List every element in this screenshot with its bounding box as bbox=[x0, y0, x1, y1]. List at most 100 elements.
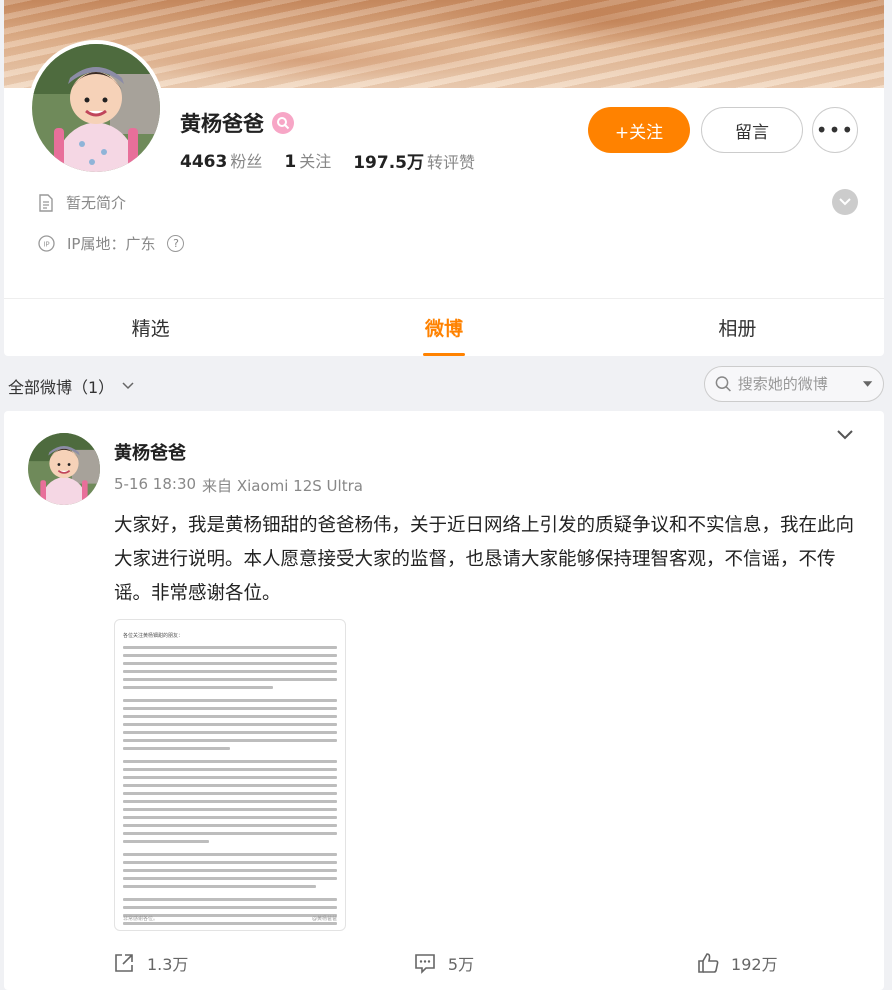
post-image-title: 各位关注黄杨钿甜的朋友： bbox=[123, 633, 184, 639]
image-text-line bbox=[123, 707, 337, 710]
post-search-input[interactable] bbox=[737, 375, 856, 393]
profile-tabs: 精选 微博 相册 bbox=[4, 298, 884, 356]
post-image-watermark: @黄杨爸爸 bbox=[311, 916, 337, 922]
repost-count: 1.3万 bbox=[146, 955, 189, 974]
image-text-line bbox=[123, 808, 337, 811]
post-image-sign-off: 非常感谢各位。 bbox=[123, 916, 159, 922]
message-button[interactable]: 留言 bbox=[701, 107, 803, 153]
post-meta: 5-16 18:30 来自 Xiaomi 12S Ultra bbox=[114, 475, 363, 496]
post-author-name[interactable]: 黄杨爸爸 bbox=[114, 439, 186, 465]
image-text-line bbox=[123, 800, 337, 803]
following-count: 1 bbox=[284, 152, 297, 172]
image-text-line bbox=[123, 869, 337, 872]
image-text-line bbox=[123, 760, 337, 763]
chevron-down-icon bbox=[839, 198, 851, 206]
help-icon[interactable]: ? bbox=[167, 235, 185, 252]
follow-button[interactable]: +关注 bbox=[588, 107, 690, 153]
post-author-avatar[interactable] bbox=[28, 433, 100, 505]
image-text-line bbox=[123, 723, 337, 726]
document-icon bbox=[39, 193, 53, 212]
image-text-line bbox=[123, 678, 337, 681]
image-text-line bbox=[123, 747, 230, 750]
post-actions: 1.3万 5万 192万 bbox=[4, 943, 884, 983]
image-text-line bbox=[123, 840, 209, 843]
share-icon bbox=[115, 954, 133, 972]
ip-location-icon: IP bbox=[38, 235, 55, 252]
search-icon bbox=[715, 376, 731, 392]
post-time[interactable]: 5-16 18:30 bbox=[114, 475, 196, 496]
image-text-line bbox=[123, 784, 337, 787]
comment-icon bbox=[415, 954, 435, 974]
engagements-count: 197.5万 bbox=[353, 153, 424, 173]
ip-row: IP IP属地：广东 ? bbox=[38, 233, 185, 254]
comment-button[interactable]: 5万 bbox=[297, 943, 590, 983]
profile-name-row: 黄杨爸爸 bbox=[180, 108, 294, 138]
image-text-line bbox=[123, 731, 337, 734]
image-text-line bbox=[123, 906, 337, 909]
comment-count: 5万 bbox=[447, 955, 475, 974]
bio-text: 暂无简介 bbox=[66, 194, 127, 212]
image-text-line bbox=[123, 715, 337, 718]
following-label: 关注 bbox=[299, 152, 332, 171]
image-text-line bbox=[123, 646, 337, 649]
post-image-body bbox=[123, 646, 337, 931]
image-text-line bbox=[123, 930, 337, 931]
image-text-line bbox=[123, 670, 337, 673]
image-text-line bbox=[123, 686, 273, 689]
post-source: 来自 Xiaomi 12S Ultra bbox=[202, 477, 363, 495]
chevron-down-icon bbox=[122, 382, 134, 390]
stat-following[interactable]: 1 关注 bbox=[284, 148, 331, 173]
post-filter-dropdown[interactable]: 全部微博（1） bbox=[8, 374, 134, 398]
post-search[interactable] bbox=[704, 366, 884, 402]
image-text-line bbox=[123, 861, 337, 864]
image-text-line bbox=[123, 922, 337, 925]
bio-row: 暂无简介 bbox=[38, 192, 126, 213]
image-text-line bbox=[123, 654, 337, 657]
like-count: 192万 bbox=[731, 955, 778, 974]
thumbs-up-icon bbox=[698, 953, 719, 973]
image-text-line bbox=[123, 768, 337, 771]
stat-followers[interactable]: 4463 粉丝 bbox=[180, 148, 262, 173]
post-image-statement[interactable]: 各位关注黄杨钿甜的朋友： 非常感谢各位。 @黄杨爸爸 bbox=[114, 619, 346, 931]
caret-down-icon[interactable] bbox=[862, 380, 873, 388]
image-text-line bbox=[123, 898, 337, 901]
image-text-line bbox=[123, 699, 337, 702]
profile-avatar[interactable] bbox=[28, 40, 164, 176]
post-image-footer: 非常感谢各位。 @黄杨爸爸 bbox=[123, 915, 337, 922]
image-text-line bbox=[123, 792, 337, 795]
image-text-line bbox=[123, 877, 337, 880]
image-text-line bbox=[123, 662, 337, 665]
profile-stats: 4463 粉丝 1 关注 197.5万 转评赞 bbox=[180, 148, 475, 173]
followers-label: 粉丝 bbox=[230, 152, 263, 171]
more-options-button[interactable]: ••• bbox=[812, 107, 858, 153]
image-paragraph bbox=[123, 853, 337, 888]
like-button[interactable]: 192万 bbox=[591, 943, 884, 983]
image-text-line bbox=[123, 739, 337, 742]
image-text-line bbox=[123, 816, 337, 819]
profile-name: 黄杨爸爸 bbox=[180, 112, 264, 136]
svg-text:IP: IP bbox=[43, 241, 49, 249]
followers-count: 4463 bbox=[180, 152, 228, 172]
profile-card: 黄杨爸爸 4463 粉丝 1 关注 197.5万 转评赞 +关注 留言 ••• 暂无简… bbox=[4, 0, 884, 356]
post-card: 黄杨爸爸 5-16 18:30 来自 Xiaomi 12S Ultra 大家好，… bbox=[4, 411, 884, 990]
image-text-line bbox=[123, 776, 337, 779]
image-text-line bbox=[123, 824, 337, 827]
image-text-line bbox=[123, 885, 316, 888]
engagements-label: 转评赞 bbox=[426, 153, 475, 172]
image-paragraph bbox=[123, 760, 337, 843]
image-paragraph bbox=[123, 699, 337, 750]
expand-profile-button[interactable] bbox=[832, 189, 858, 215]
image-text-line bbox=[123, 853, 337, 856]
post-filter-label: 全部微博（1） bbox=[8, 378, 115, 397]
post-menu-chevron-icon[interactable] bbox=[836, 429, 854, 441]
post-text: 大家好，我是黄杨钿甜的爸爸杨伟，关于近日网络上引发的质疑争议和不实信息，我在此向… bbox=[114, 515, 855, 604]
tab-featured[interactable]: 精选 bbox=[4, 299, 297, 356]
image-text-line bbox=[123, 832, 337, 835]
tab-weibo[interactable]: 微博 bbox=[297, 299, 590, 356]
stat-engagements: 197.5万 转评赞 bbox=[353, 148, 475, 173]
repost-button[interactable]: 1.3万 bbox=[4, 943, 297, 983]
verified-badge-icon[interactable] bbox=[272, 112, 294, 134]
image-paragraph bbox=[123, 646, 337, 689]
tab-album[interactable]: 相册 bbox=[591, 299, 884, 356]
ip-location-text: IP属地：广东 bbox=[67, 235, 156, 253]
